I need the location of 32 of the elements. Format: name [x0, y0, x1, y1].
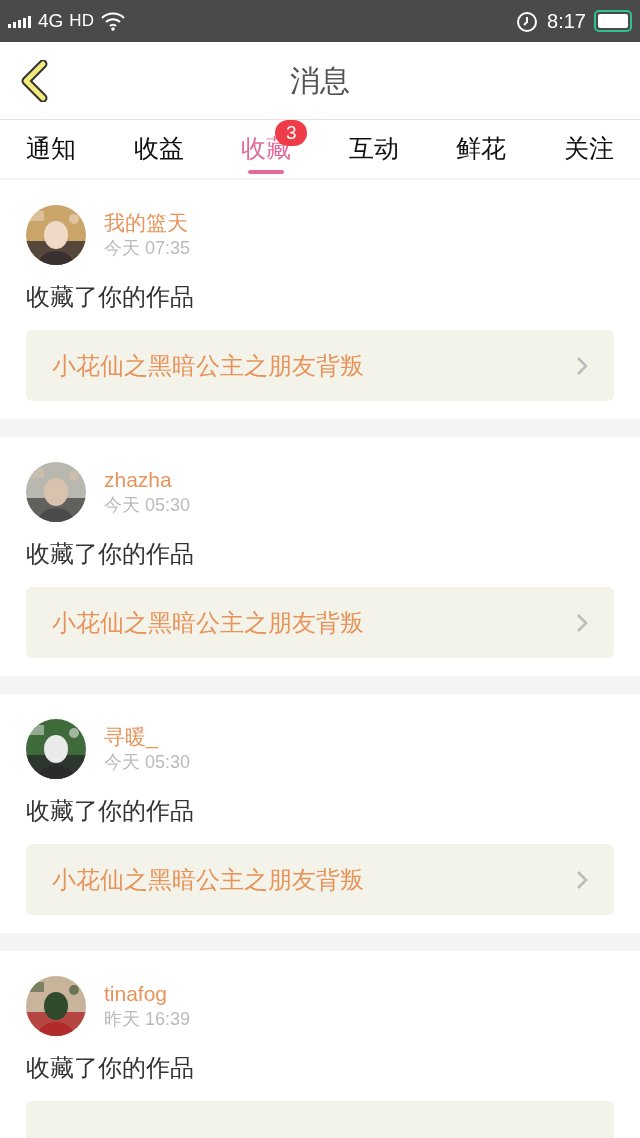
signal-icon [8, 14, 32, 28]
chevron-right-icon [576, 612, 588, 633]
work-link[interactable]: 小花仙之黑暗公主之朋友背叛 [26, 587, 614, 658]
user-name[interactable]: 我的篮天 [104, 210, 191, 236]
page-title: 消息 [290, 63, 350, 99]
message-text: 收藏了你的作品 [26, 797, 195, 825]
user-name[interactable]: tinafog [104, 981, 191, 1007]
message-text: 收藏了你的作品 [26, 1054, 195, 1082]
user-name[interactable]: 寻暖_ [104, 724, 191, 750]
work-link[interactable]: 小花仙之黑暗公主之朋友背叛 [26, 330, 614, 401]
tab[interactable]: 关注 [545, 120, 632, 178]
tab[interactable]: 鲜花 [438, 120, 525, 178]
message-text: 收藏了你的作品 [26, 540, 195, 568]
user-name[interactable]: zhazha [104, 467, 191, 493]
tab[interactable]: 通知 [8, 120, 94, 178]
chevron-right-icon [576, 869, 588, 890]
chevron-right-icon [576, 355, 588, 376]
work-link[interactable]: 小花仙之黑暗公主之朋友背叛 [26, 844, 614, 915]
alarm-icon [515, 9, 540, 33]
message-text: 收藏了你的作品 [26, 283, 195, 311]
tab[interactable]: 互动 [330, 120, 417, 178]
network-label: 4G [38, 8, 64, 33]
message-time: 今天 05:30 [104, 494, 191, 517]
message-time: 今天 05:30 [104, 751, 191, 774]
wifi-icon [99, 11, 126, 31]
message-time: 今天 07:35 [104, 237, 191, 260]
tab[interactable]: 收益 [115, 120, 202, 178]
tab-underline [248, 170, 285, 174]
hd-label: HD [69, 10, 94, 33]
message-time: 昨天 16:39 [104, 1008, 191, 1031]
battery-icon [594, 10, 632, 32]
clock-time: 8:17 [547, 9, 586, 34]
